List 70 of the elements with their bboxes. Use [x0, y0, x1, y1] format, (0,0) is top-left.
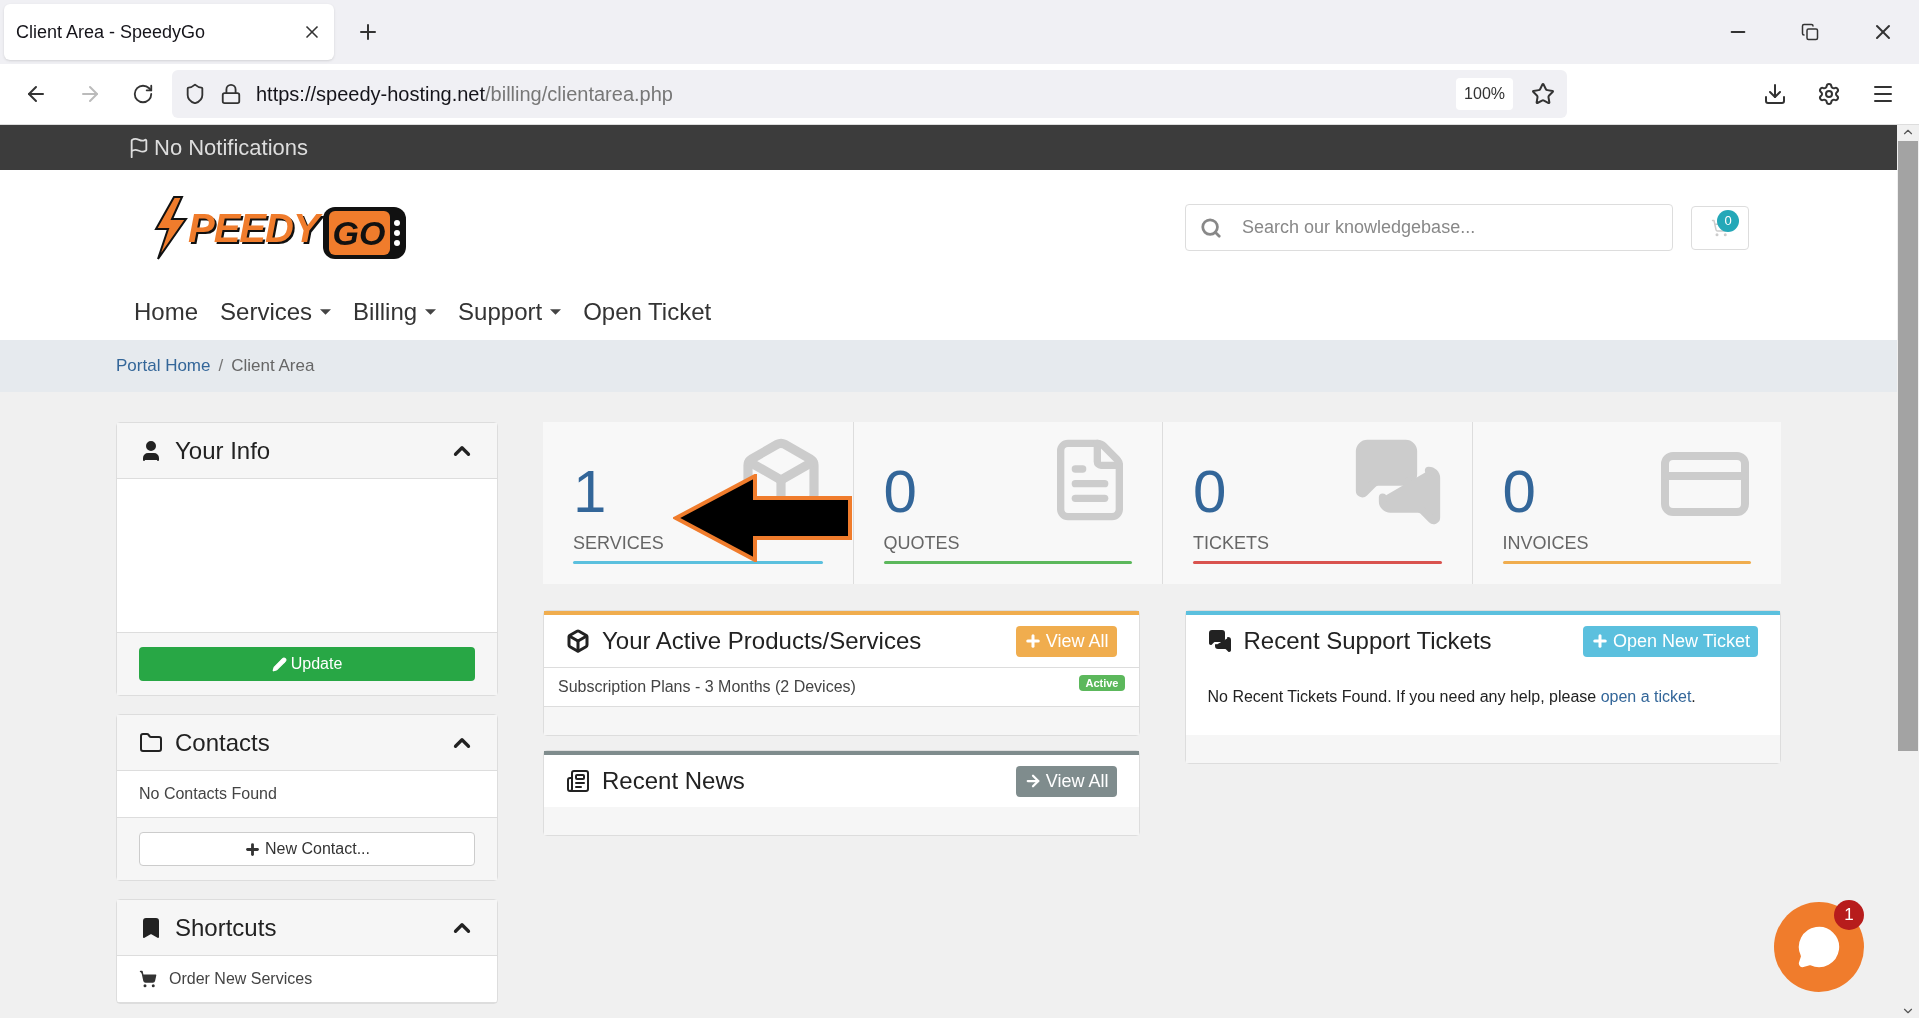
plus-icon [244, 840, 262, 858]
panel-title: Recent News [602, 766, 746, 796]
folder-icon [139, 730, 163, 755]
stat-label: INVOICES [1502, 532, 1590, 555]
stat-label: SERVICES [573, 532, 665, 555]
address-bar[interactable]: https://speedy-hosting.net/billing/clientarea.php 100% [172, 70, 1567, 118]
stat-tile[interactable]: 0 QUOTES [852, 422, 1162, 584]
zoom-level[interactable]: 100% [1456, 78, 1513, 110]
nav-link[interactable]: Billing [353, 294, 437, 330]
url-text: https://speedy-hosting.net/billing/clientarea.php [256, 82, 674, 107]
stat-value: 0 [1502, 462, 1536, 522]
nav-link[interactable]: Services [220, 294, 332, 330]
caret-icon [550, 309, 562, 315]
stat-tile[interactable]: 0 INVOICES [1471, 422, 1781, 584]
cube-icon [566, 629, 590, 653]
caret-icon [320, 309, 332, 315]
view-news-button[interactable]: View All [1015, 765, 1117, 797]
browser-tab[interactable]: Client Area - SpeedyGo [4, 4, 334, 60]
restore-icon[interactable] [1801, 23, 1819, 41]
nav-link[interactable]: Support [458, 294, 562, 330]
stat-label: TICKETS [1193, 532, 1270, 555]
chat-bubbles-icon [1207, 629, 1232, 653]
breadcrumb-current: Client Area [231, 355, 315, 378]
panel-title: Contacts [175, 727, 271, 758]
newspaper-icon [566, 769, 590, 793]
nav-link[interactable]: Home [134, 294, 199, 330]
nav-link[interactable]: Open Ticket [583, 294, 712, 330]
stat-value: 0 [1193, 462, 1227, 522]
stat-value: 1 [573, 462, 607, 522]
panel-title: Your Active Products/Services [602, 626, 923, 656]
logo[interactable]: PEEDY GO [152, 194, 406, 261]
chat-bubble-icon [1797, 925, 1841, 969]
product-name: Subscription Plans - 3 Months (2 Devices) [558, 677, 856, 697]
search-input[interactable]: Search our knowledgebase... [1242, 214, 1658, 241]
shortcut-link[interactable]: Order New Services [169, 967, 313, 991]
lightning-icon [152, 194, 188, 261]
tv-drawing: GO [322, 206, 406, 259]
lock-icon [220, 83, 242, 105]
panel-title: Recent Support Tickets [1243, 626, 1493, 656]
settings-icon[interactable] [1817, 82, 1841, 106]
breadcrumb-separator: / [218, 355, 224, 378]
panel-title: Shortcuts [175, 912, 278, 943]
stat-label: QUOTES [883, 532, 961, 555]
download-icon[interactable] [1763, 82, 1787, 106]
cart-icon [139, 970, 157, 988]
empty-tickets-message: No Recent Tickets Found. If you need any help, please open a ticket. [1207, 687, 1697, 707]
stat-value: 0 [883, 462, 917, 522]
open-ticket-link[interactable]: open a ticket [1600, 688, 1692, 705]
empty-message: No Contacts Found [139, 784, 277, 804]
plus-icon [1590, 632, 1609, 650]
new-contact-button[interactable]: New Contact... [139, 832, 475, 866]
notifications-link[interactable]: No Notifications [154, 131, 309, 164]
status-badge: Active [1079, 674, 1125, 692]
unread-badge: 1 [1834, 900, 1864, 930]
panel-title: Your Info [175, 435, 272, 466]
search-icon [1200, 216, 1222, 239]
bookmark-star-icon[interactable] [1531, 82, 1555, 106]
pencil-icon [271, 656, 287, 672]
shield-icon [184, 83, 206, 105]
reload-icon[interactable] [132, 83, 154, 105]
chat-widget-button[interactable]: 1 [1774, 902, 1864, 992]
scrollbar-thumb[interactable] [1898, 141, 1918, 751]
caret-icon [425, 309, 437, 315]
flag-icon [128, 136, 150, 159]
tab-title: Client Area - SpeedyGo [16, 20, 207, 44]
breadcrumb-link[interactable]: Portal Home [116, 353, 211, 379]
cart-count-badge: 0 [1717, 209, 1739, 232]
plus-icon [1023, 632, 1042, 650]
search-field[interactable]: Search our knowledgebase... [1185, 204, 1673, 251]
stat-tile[interactable]: 0 TICKETS [1162, 422, 1472, 584]
